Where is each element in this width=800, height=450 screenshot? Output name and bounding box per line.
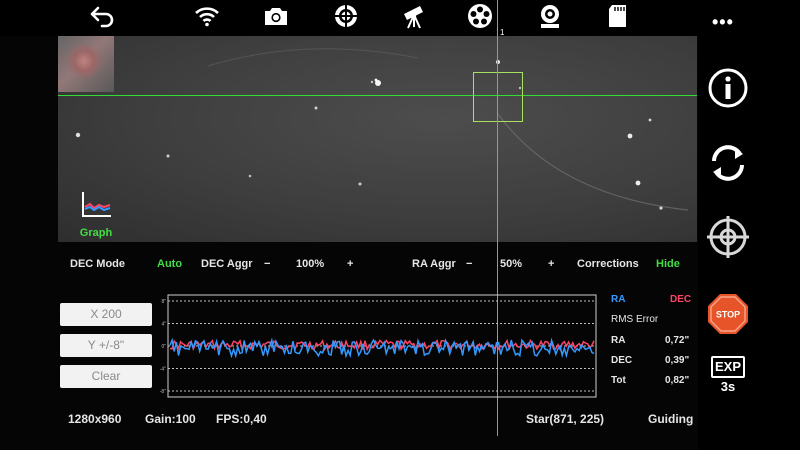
rms-title: RMS Error bbox=[611, 314, 659, 325]
telescope-icon[interactable] bbox=[396, 0, 432, 32]
graph-label: Graph bbox=[79, 227, 113, 239]
fps-text: FPS:0,40 bbox=[216, 412, 267, 426]
corrections-value[interactable]: Hide bbox=[656, 258, 680, 270]
rms-panel: RA DEC RMS Error RA 0,72" DEC 0,39" Tot … bbox=[605, 290, 697, 400]
rms-ra-label: RA bbox=[611, 335, 626, 346]
rms-dec-value: 0,39" bbox=[665, 355, 690, 366]
y-tick-label: -8" bbox=[160, 389, 166, 395]
crosshair-horizontal bbox=[58, 95, 697, 96]
exposure-button[interactable]: EXP bbox=[711, 356, 745, 378]
info-icon bbox=[708, 68, 748, 108]
graph-button[interactable]: Graph bbox=[76, 190, 116, 239]
dec-aggr-minus-button[interactable]: − bbox=[264, 258, 270, 270]
y-tick-label: 8" bbox=[161, 299, 166, 305]
resolution-text: 1280x960 bbox=[68, 412, 122, 426]
guide-graph: 8" 4" 0" -4" -8" bbox=[160, 294, 597, 398]
info-button[interactable] bbox=[698, 66, 758, 110]
y-tick-label: 0" bbox=[161, 344, 166, 350]
top-toolbar bbox=[0, 0, 800, 36]
dec-mode-label: DEC Mode bbox=[70, 258, 125, 270]
stop-button[interactable]: STOP bbox=[698, 292, 758, 336]
dec-aggr-plus-button[interactable]: + bbox=[347, 258, 353, 270]
x-scale-button[interactable]: X 200 bbox=[60, 303, 152, 326]
dec-aggr-label: DEC Aggr bbox=[201, 258, 253, 270]
dec-legend: DEC bbox=[670, 294, 692, 305]
ra-aggr-label: RA Aggr bbox=[412, 258, 456, 270]
crosshair-icon bbox=[707, 216, 749, 258]
guide-star-box bbox=[473, 72, 523, 122]
filter-wheel-icon[interactable] bbox=[462, 0, 498, 32]
exposure-value: 3s bbox=[720, 379, 736, 394]
ra-aggr-minus-button[interactable]: − bbox=[466, 258, 472, 270]
crosshair-label: 1 bbox=[500, 28, 505, 37]
graph-y-ticks: 8" 4" 0" -4" -8" bbox=[160, 299, 166, 395]
wifi-icon[interactable] bbox=[189, 0, 225, 32]
stop-icon: STOP bbox=[708, 294, 748, 334]
star-field bbox=[75, 48, 689, 211]
camera-icon[interactable] bbox=[258, 0, 294, 32]
dec-aggr-value: 100% bbox=[296, 258, 325, 270]
back-arrow-icon[interactable] bbox=[84, 0, 120, 32]
star-thumbnail bbox=[58, 36, 114, 92]
y-tick-label: 4" bbox=[161, 322, 166, 328]
rms-ra-value: 0,72" bbox=[665, 335, 690, 346]
stop-label: STOP bbox=[716, 310, 740, 320]
gain-text: Gain:100 bbox=[145, 412, 196, 426]
rms-tot-value: 0,82" bbox=[665, 375, 690, 386]
guide-button[interactable] bbox=[698, 214, 758, 260]
guiding-settings-row: DEC Mode Auto DEC Aggr − 100% + RA Aggr … bbox=[58, 256, 698, 274]
dec-mode-value[interactable]: Auto bbox=[157, 258, 182, 270]
ra-aggr-plus-button[interactable]: + bbox=[548, 258, 554, 270]
loop-button[interactable] bbox=[698, 139, 758, 187]
focus-target-icon[interactable] bbox=[328, 0, 364, 32]
ra-aggr-value: 50% bbox=[500, 258, 523, 270]
more-menu-icon[interactable]: ••• bbox=[712, 12, 734, 33]
star-position-text: Star(871, 225) bbox=[526, 412, 605, 426]
status-bar: 1280x960 Gain:100 FPS:0,40 Star(871, 225… bbox=[58, 410, 698, 430]
rms-tot-label: Tot bbox=[611, 375, 626, 386]
y-tick-label: -4" bbox=[160, 367, 166, 373]
webcam-icon[interactable] bbox=[532, 0, 568, 32]
ra-legend: RA bbox=[611, 294, 626, 305]
sd-card-icon[interactable] bbox=[600, 0, 636, 32]
loop-icon bbox=[712, 145, 744, 181]
guiding-status: Guiding bbox=[648, 412, 694, 426]
camera-preview[interactable]: Graph bbox=[58, 36, 697, 242]
clear-button[interactable]: Clear bbox=[60, 365, 152, 388]
corrections-label: Corrections bbox=[577, 258, 639, 270]
rms-dec-label: DEC bbox=[611, 355, 633, 366]
right-sidebar: ••• STOP EXP 3s bbox=[698, 0, 800, 450]
y-scale-button[interactable]: Y +/-8" bbox=[60, 334, 152, 357]
graph-icon bbox=[82, 192, 111, 217]
